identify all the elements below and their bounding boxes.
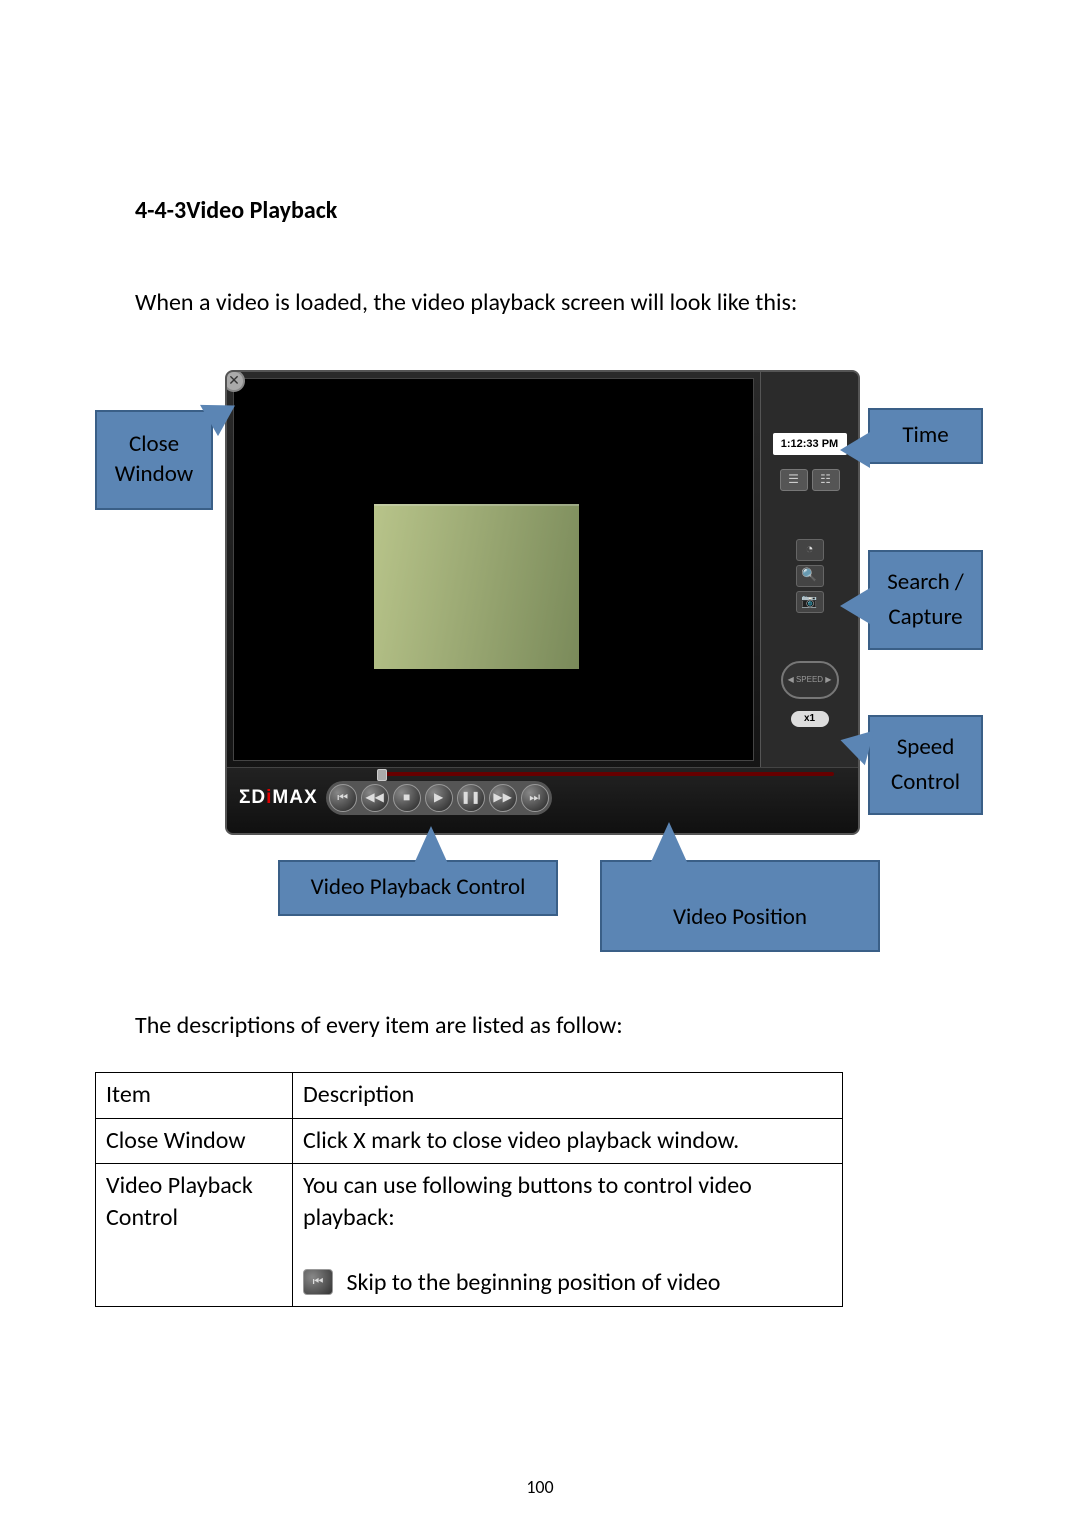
callout-search-capture: Search / Capture — [868, 550, 983, 650]
callout-close-window: Close Window — [95, 410, 213, 510]
play-icon[interactable]: ▶ — [425, 784, 453, 812]
callout-time: Time — [868, 408, 983, 464]
next-frame-icon[interactable]: ▶▶ — [489, 784, 517, 812]
time-display: 1:12:33 PM — [773, 433, 847, 455]
skip-start-icon: ⏮ — [303, 1269, 333, 1295]
video-viewport — [233, 378, 754, 761]
table-cell-desc: You can use following buttons to control… — [293, 1163, 843, 1306]
callout-arrow — [651, 822, 687, 862]
table-cell-item: Video Playback Control — [96, 1163, 293, 1306]
description-intro: The descriptions of every item are liste… — [135, 1010, 985, 1042]
brand-logo: ΣDiMAX — [239, 787, 318, 809]
screenshot-diagram: ✕ 1:12:33 PM ☰ ☷ ◔ 🔍 📷 x1 — [95, 370, 985, 970]
skip-start-icon[interactable]: ⏮ — [329, 784, 357, 812]
video-frame — [374, 504, 579, 669]
layout-next-icon[interactable]: ☷ — [812, 469, 840, 491]
table-cell-desc-line: You can use following buttons to control… — [303, 1171, 752, 1232]
camera-icon[interactable]: 📷 — [796, 591, 824, 613]
table-header-description: Description — [293, 1073, 843, 1118]
skip-end-icon[interactable]: ⏭ — [521, 784, 549, 812]
intro-text: When a video is loaded, the video playba… — [135, 287, 985, 319]
prev-frame-icon[interactable]: ◀◀ — [361, 784, 389, 812]
table-cell-item: Close Window — [96, 1118, 293, 1163]
callout-video-playback-control: Video Playback Control — [278, 860, 558, 916]
layout-prev-icon[interactable]: ☰ — [780, 469, 808, 491]
callout-arrow — [840, 432, 870, 468]
playback-button-group: ⏮ ◀◀ ■ ▶ ❚❚ ▶▶ ⏭ — [326, 781, 552, 815]
stop-icon[interactable]: ■ — [393, 784, 421, 812]
position-slider[interactable] — [377, 772, 834, 776]
speed-wheel[interactable] — [781, 661, 839, 699]
logo-part-a: ΣD — [239, 787, 266, 808]
description-table: Item Description Close Window Click X ma… — [95, 1072, 843, 1306]
search-icon[interactable]: 🔍 — [796, 565, 824, 587]
clock-icon[interactable]: ◔ — [796, 539, 824, 561]
table-cell-desc: Click X mark to close video playback win… — [293, 1118, 843, 1163]
callout-arrow — [840, 588, 870, 624]
logo-part-b: MAX — [272, 787, 317, 808]
speed-indicator: x1 — [791, 711, 829, 727]
callout-video-position: Video Position — [600, 860, 880, 952]
close-icon[interactable]: ✕ — [225, 370, 245, 392]
callout-arrow — [413, 826, 449, 866]
callout-speed-control: Speed Control — [868, 715, 983, 815]
video-player-window: ✕ 1:12:33 PM ☰ ☷ ◔ 🔍 📷 x1 — [225, 370, 860, 835]
playback-bar: ΣDiMAX ⏮ ◀◀ ■ ▶ ❚❚ ▶▶ ⏭ — [227, 767, 858, 829]
pause-icon[interactable]: ❚❚ — [457, 784, 485, 812]
skip-start-label: Skip to the beginning position of video — [346, 1268, 720, 1297]
table-header-item: Item — [96, 1073, 293, 1118]
page-number: 100 — [0, 1475, 1080, 1499]
section-heading: 4-4-3Video Playback — [135, 195, 985, 227]
